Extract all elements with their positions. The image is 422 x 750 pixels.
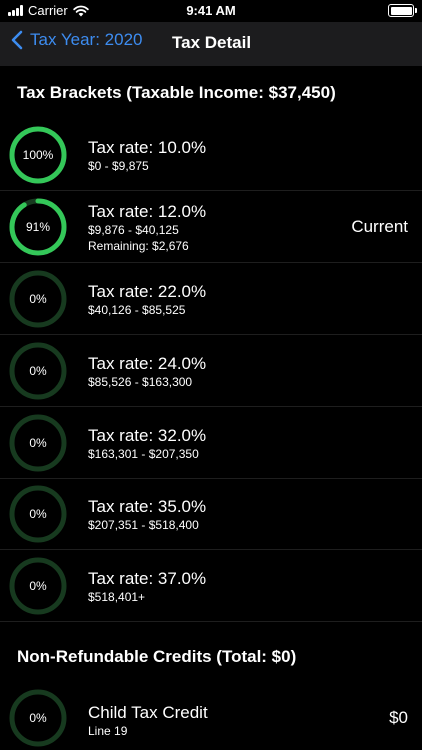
progress-ring: 0% (9, 557, 67, 615)
tax-bracket-row[interactable]: 0% Tax rate: 37.0% $518,401+ (0, 550, 422, 622)
credit-row[interactable]: 0% Child Tax Credit Line 19 $0 (0, 683, 422, 750)
progress-percent: 0% (29, 507, 47, 521)
credit-line: Line 19 (88, 724, 128, 738)
progress-ring: 100% (9, 126, 67, 184)
bracket-text: Tax rate: 12.0% $9,876 - $40,125 Remaini… (88, 201, 206, 254)
progress-ring: 0% (9, 270, 67, 328)
tax-bracket-row[interactable]: 91% Tax rate: 12.0% $9,876 - $40,125 Rem… (0, 191, 422, 263)
tax-brackets-header: Tax Brackets (Taxable Income: $37,450) (17, 83, 336, 102)
back-button[interactable]: Tax Year: 2020 (10, 30, 142, 50)
progress-percent: 91% (25, 220, 51, 234)
progress-ring: 0% (9, 342, 67, 400)
bracket-range: $163,301 - $207,350 (88, 447, 199, 461)
tax-rate-label: Tax rate: 22.0% (88, 282, 207, 301)
bracket-text: Tax rate: 35.0% $207,351 - $518,400 (88, 496, 206, 533)
credit-name: Child Tax Credit (88, 703, 208, 722)
progress-percent: 100% (22, 148, 54, 162)
bracket-range: $40,126 - $85,525 (88, 303, 186, 317)
tax-rate-label: Tax rate: 32.0% (88, 426, 207, 445)
bracket-range: $518,401+ (88, 590, 146, 604)
bracket-range: $207,351 - $518,400 (88, 518, 199, 532)
status-bar: Carrier 9:41 AM (0, 0, 422, 22)
navigation-bar: Tax Year: 2020 Tax Detail (0, 22, 422, 66)
status-time: 9:41 AM (186, 3, 236, 18)
tax-rate-label: Tax rate: 37.0% (88, 569, 207, 588)
tax-rate-label: Tax rate: 12.0% (88, 202, 207, 221)
progress-percent: 0% (29, 292, 47, 306)
tax-bracket-row[interactable]: 0% Tax rate: 35.0% $207,351 - $518,400 (0, 478, 422, 550)
progress-ring: 91% (9, 198, 67, 256)
page-title: Tax Detail (172, 33, 252, 52)
tax-bracket-row[interactable]: 100% Tax rate: 10.0% $0 - $9,875 (0, 119, 422, 191)
bracket-range: $85,526 - $163,300 (88, 375, 193, 389)
credits-header: Non-Refundable Credits (Total: $0) (17, 647, 297, 666)
back-button-label: Tax Year: 2020 (30, 30, 143, 49)
current-bracket-badge: Current (351, 217, 408, 236)
credit-text: Child Tax Credit Line 19 (88, 702, 208, 739)
progress-percent: 0% (29, 711, 47, 725)
remaining-amount: Remaining: $2,676 (88, 239, 189, 253)
bracket-text: Tax rate: 22.0% $40,126 - $85,525 (88, 281, 206, 318)
bracket-text: Tax rate: 37.0% $518,401+ (88, 568, 206, 605)
progress-percent: 0% (29, 436, 47, 450)
progress-ring: 0% (9, 414, 67, 472)
tax-rate-label: Tax rate: 35.0% (88, 497, 207, 516)
tax-bracket-row[interactable]: 0% Tax rate: 32.0% $163,301 - $207,350 (0, 407, 422, 479)
tax-rate-label: Tax rate: 24.0% (88, 354, 207, 373)
tax-bracket-row[interactable]: 0% Tax rate: 24.0% $85,526 - $163,300 (0, 335, 422, 407)
credit-amount: $0 (389, 708, 408, 727)
battery-icon (388, 4, 417, 17)
bracket-text: Tax rate: 10.0% $0 - $9,875 (88, 137, 206, 174)
progress-ring: 0% (9, 689, 67, 747)
bracket-text: Tax rate: 24.0% $85,526 - $163,300 (88, 353, 206, 390)
bracket-range: $9,876 - $40,125 (88, 223, 179, 237)
progress-ring: 0% (9, 485, 67, 543)
bracket-text: Tax rate: 32.0% $163,301 - $207,350 (88, 425, 206, 462)
bracket-range: $0 - $9,875 (88, 159, 149, 173)
progress-percent: 0% (29, 579, 47, 593)
tax-bracket-row[interactable]: 0% Tax rate: 22.0% $40,126 - $85,525 (0, 263, 422, 335)
progress-percent: 0% (29, 364, 47, 378)
tax-rate-label: Tax rate: 10.0% (88, 138, 207, 157)
chevron-left-icon (11, 30, 23, 50)
